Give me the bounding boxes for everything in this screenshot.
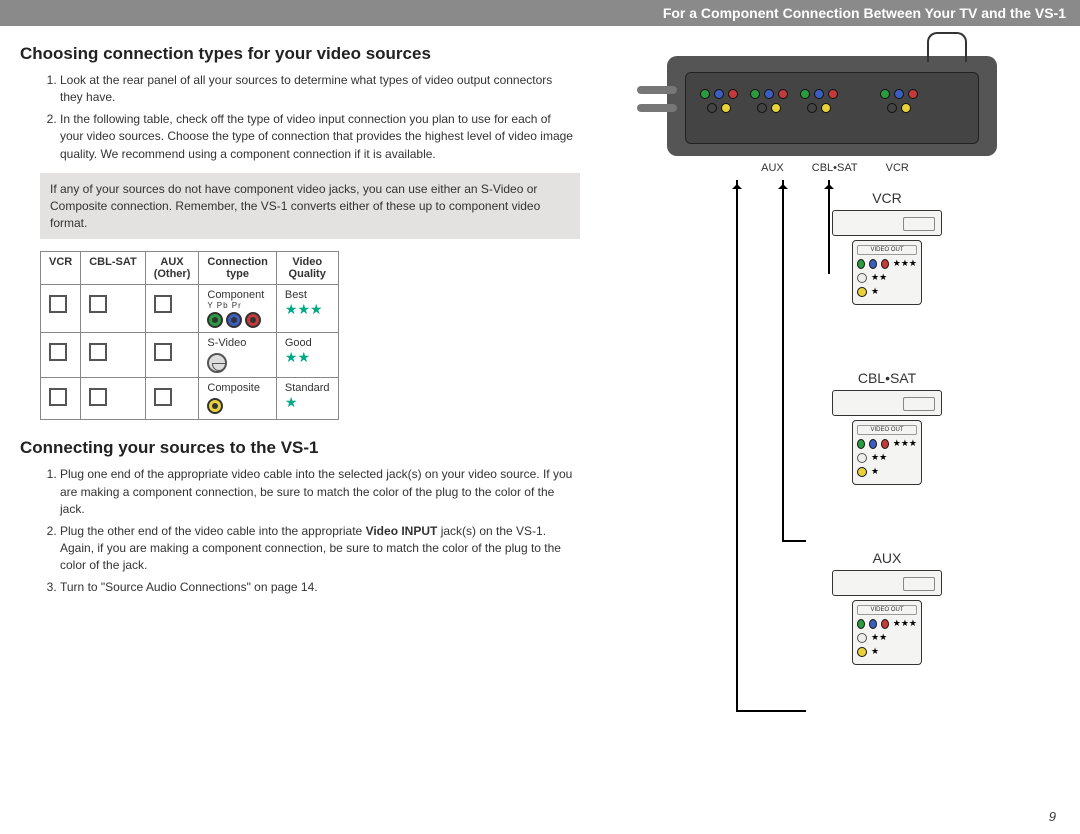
jack-panel: VIDEO OUT ★★★ ★★ ★ (852, 600, 922, 665)
checkbox[interactable] (49, 388, 67, 406)
th-aux: AUX (Other) (145, 252, 199, 285)
checkbox[interactable] (49, 295, 67, 313)
stars-icon: ★ (285, 398, 298, 410)
checkbox[interactable] (49, 343, 67, 361)
arrow-label: AUX (761, 162, 784, 174)
list-item: In the following table, check off the ty… (60, 111, 580, 163)
left-column: Choosing connection types for your video… (20, 38, 580, 740)
component-jacks-icon (207, 312, 268, 328)
aux-device-icon (832, 570, 942, 596)
quality-label: Standard (285, 382, 330, 394)
stars-icon: ★★ (285, 353, 310, 365)
stars-icon: ★★★ (285, 305, 323, 317)
conn-type-label: S-Video (207, 337, 246, 349)
checkbox[interactable] (89, 388, 107, 406)
arrow-icon (736, 180, 738, 710)
quality-label: Best (285, 289, 307, 301)
arrow-icon (782, 180, 784, 540)
composite-jack-icon (207, 398, 223, 414)
list-item: Turn to "Source Audio Connections" on pa… (60, 579, 580, 596)
jack-panel: VIDEO OUT ★★★ ★★ ★ (852, 240, 922, 305)
device-label: CBL•SAT (812, 370, 962, 386)
checkbox[interactable] (154, 343, 172, 361)
conn-type-label: Composite (207, 382, 260, 394)
vcr-device-icon (832, 210, 942, 236)
th-cblsat: CBL-SAT (81, 252, 145, 285)
right-column-diagram: AUX CBL•SAT VCR VCR VIDEO OUT ★★★ ★★ (604, 38, 1060, 740)
heading-choosing: Choosing connection types for your video… (20, 44, 580, 64)
th-quality: Video Quality (276, 252, 338, 285)
list-item: Plug one end of the appropriate video ca… (60, 466, 580, 518)
jackpanel-title: VIDEO OUT (857, 605, 917, 615)
heading-connecting: Connecting your sources to the VS-1 (20, 438, 580, 458)
jackpanel-title: VIDEO OUT (857, 425, 917, 435)
th-vcr: VCR (41, 252, 81, 285)
checkbox[interactable] (154, 388, 172, 406)
device-label: AUX (812, 550, 962, 566)
device-label: VCR (812, 190, 962, 206)
arrow-label: CBL•SAT (812, 162, 858, 174)
vs1-unit-icon (667, 56, 997, 156)
list-item: Look at the rear panel of all your sourc… (60, 72, 580, 107)
list-choosing: Look at the rear panel of all your sourc… (20, 72, 580, 163)
conn-type-label: Component (207, 289, 264, 301)
connection-table: VCR CBL-SAT AUX (Other) Connection type … (40, 251, 339, 420)
list-connecting: Plug one end of the appropriate video ca… (20, 466, 580, 596)
svideo-jack-icon (207, 353, 227, 373)
jackpanel-title: VIDEO OUT (857, 245, 917, 255)
quality-label: Good (285, 337, 312, 349)
arrow-label: VCR (886, 162, 909, 174)
hint-box: If any of your sources do not have compo… (40, 173, 580, 239)
cblsat-device-icon (832, 390, 942, 416)
checkbox[interactable] (89, 343, 107, 361)
component-sublabel: Y Pb Pr (207, 301, 268, 310)
th-conntype: Connection type (199, 252, 277, 285)
checkbox[interactable] (89, 295, 107, 313)
checkbox[interactable] (154, 295, 172, 313)
header-bar: For a Component Connection Between Your … (0, 0, 1080, 26)
arrow-labels: AUX CBL•SAT VCR (604, 162, 1060, 174)
page-number: 9 (1049, 809, 1056, 824)
jack-panel: VIDEO OUT ★★★ ★★ ★ (852, 420, 922, 485)
list-item: Plug the other end of the video cable in… (60, 523, 580, 575)
